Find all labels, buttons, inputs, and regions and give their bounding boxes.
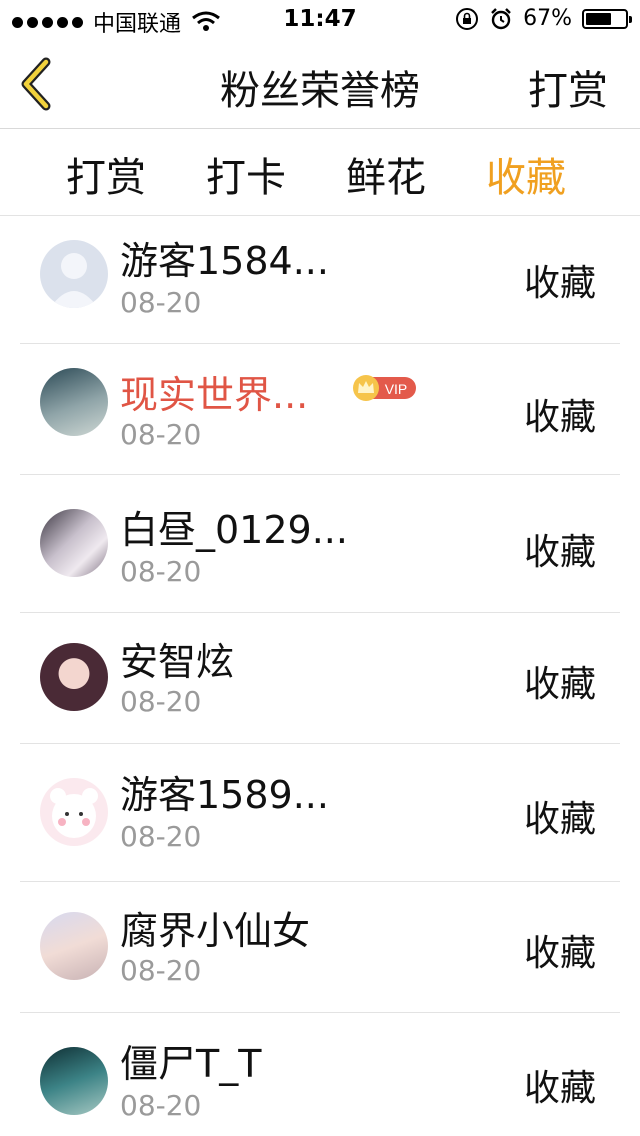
- reward-button[interactable]: 打赏: [528, 58, 608, 116]
- avatar: [40, 368, 108, 436]
- vip-badge-text: VIP: [385, 381, 408, 397]
- avatar: [40, 778, 108, 846]
- user-name: 僵尸T_T: [120, 1042, 262, 1086]
- action-label: 收藏: [523, 532, 596, 573]
- list-item[interactable]: 游客1584... 08-20 收藏: [0, 216, 640, 344]
- battery-icon: [582, 8, 632, 29]
- alarm-icon: [491, 7, 511, 29]
- action-label: 收藏: [523, 1068, 596, 1109]
- avatar: [40, 240, 108, 308]
- action-label: 收藏: [523, 263, 596, 304]
- action-label: 收藏: [523, 933, 596, 974]
- date: 08-20: [120, 286, 202, 319]
- avatar: [40, 643, 108, 711]
- user-name: 腐界小仙女: [120, 909, 311, 953]
- date: 08-20: [120, 555, 202, 588]
- user-name: 游客1589...: [120, 773, 329, 817]
- status-right: 67%: [455, 6, 632, 31]
- fan-list: 游客1584... 08-20 收藏 现实世界... VIP 08-20 收藏 …: [0, 216, 640, 1133]
- battery-fill: [586, 12, 612, 25]
- date: 08-20: [120, 418, 202, 451]
- tab-checkin[interactable]: 打卡: [206, 145, 286, 203]
- user-name: 安智炫: [120, 640, 235, 684]
- action-label: 收藏: [523, 799, 596, 840]
- tab-favorites[interactable]: 收藏: [486, 145, 566, 203]
- avatar: [40, 912, 108, 980]
- list-item[interactable]: 安智炫 08-20 收藏: [0, 613, 640, 744]
- date: 08-20: [120, 685, 202, 718]
- status-bar: 中国联通 11:47 67%: [0, 0, 640, 40]
- rotation-lock-icon: [456, 7, 479, 30]
- list-item[interactable]: 腐界小仙女 08-20 收藏: [0, 882, 640, 1013]
- action-label: 收藏: [523, 397, 596, 438]
- list-item[interactable]: 游客1589... 08-20 收藏: [0, 744, 640, 882]
- user-name: 白昼_0129...: [120, 508, 348, 552]
- tab-bar: 打赏 打卡 鲜花 收藏: [0, 129, 640, 216]
- default-user-icon: [50, 253, 98, 308]
- list-item[interactable]: 白昼_0129... 08-20 收藏: [0, 475, 640, 613]
- date: 08-20: [120, 1089, 202, 1122]
- nav-bar: 粉丝荣誉榜 打赏: [0, 40, 640, 129]
- user-name: 现实世界...: [120, 373, 309, 417]
- date: 08-20: [120, 820, 202, 853]
- user-name: 游客1584...: [120, 239, 329, 283]
- tab-flowers[interactable]: 鲜花: [346, 145, 426, 203]
- avatar: [40, 1047, 108, 1115]
- list-item[interactable]: 僵尸T_T 08-20 收藏: [0, 1013, 640, 1133]
- vip-badge: VIP: [353, 375, 416, 401]
- bear-icon: [50, 788, 98, 838]
- date: 08-20: [120, 954, 202, 987]
- tab-reward[interactable]: 打赏: [66, 145, 146, 203]
- avatar: [40, 509, 108, 577]
- action-label: 收藏: [523, 664, 596, 705]
- list-item[interactable]: 现实世界... VIP 08-20 收藏: [0, 344, 640, 475]
- battery-percent: 67%: [523, 6, 572, 31]
